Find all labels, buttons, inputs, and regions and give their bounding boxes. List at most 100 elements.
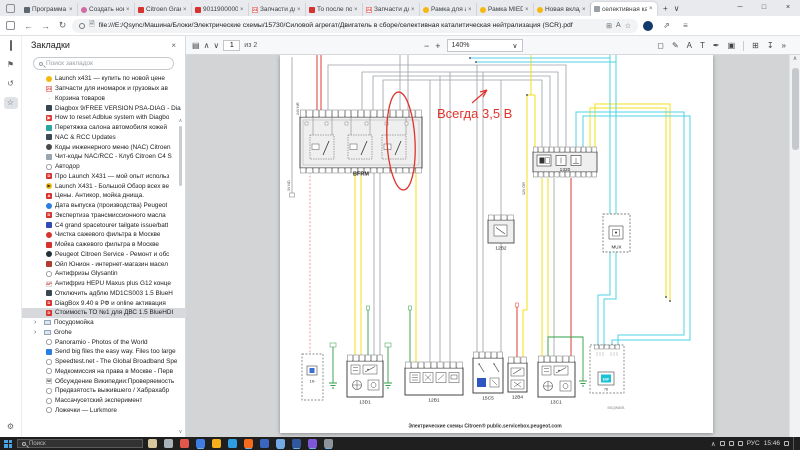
url-text[interactable]: file:///E:/Qsync/Машина/Блоки/Электричес… xyxy=(99,22,603,29)
tab-close-icon[interactable]: × xyxy=(582,7,587,13)
taskbar-app-icon[interactable] xyxy=(228,439,237,448)
bookmark-folder[interactable]: ›Посудомойка xyxy=(22,318,185,328)
more-tools-icon[interactable]: » xyxy=(782,41,786,50)
workspaces-icon[interactable] xyxy=(6,21,15,30)
taskbar-app-icon[interactable] xyxy=(164,439,173,448)
taskbar-app-icon[interactable] xyxy=(196,439,205,448)
bookmark-item[interactable]: Автодор xyxy=(22,162,185,172)
tab-close-icon[interactable]: × xyxy=(411,7,416,13)
tab-close-icon[interactable]: × xyxy=(468,7,473,13)
signature-icon[interactable]: ✒ xyxy=(713,41,720,50)
browser-tab[interactable]: Новая вкладк× xyxy=(534,3,591,16)
tab-close-icon[interactable]: × xyxy=(126,7,131,13)
tab-close-icon[interactable]: × xyxy=(354,7,359,13)
zoom-out-button[interactable]: − xyxy=(424,41,429,51)
tab-close-icon[interactable]: × xyxy=(69,7,74,13)
bookmark-item[interactable]: Speedtest.net - The Global Broadband Spe xyxy=(22,357,185,367)
thumbnails-panel-icon[interactable]: ▤ xyxy=(192,41,200,50)
bookmark-item[interactable]: NAC & RCC Updates xyxy=(22,133,185,143)
bookmark-item[interactable]: Ойл Юнион - интернет-магазин масел xyxy=(22,259,185,269)
reload-button[interactable]: ↻ xyxy=(55,20,70,31)
taskbar-app-icon[interactable] xyxy=(276,439,285,448)
minimize-button[interactable]: ─ xyxy=(728,0,752,16)
taskbar-app-icon[interactable] xyxy=(308,439,317,448)
expand-chevron-icon[interactable]: › xyxy=(34,319,41,326)
bookmark-item[interactable]: Чит-коды NAC/RCC - Клуб Citroen C4 S xyxy=(22,152,185,162)
bookmark-item[interactable]: Чистка сажевого фильтра в Москве xyxy=(22,230,185,240)
tab-close-icon[interactable]: × xyxy=(649,6,654,12)
new-tab-button[interactable]: + xyxy=(663,4,668,13)
app-install-icon[interactable]: ⊞ xyxy=(606,22,612,30)
bookmark-item[interactable]: Отключить адблю MD1CS003 1.5 BlueH xyxy=(22,289,185,299)
bookmark-item[interactable]: Ложечки — Lurkmore xyxy=(22,406,185,416)
close-button[interactable]: × xyxy=(776,0,800,16)
back-button[interactable]: ← xyxy=(21,21,36,31)
bookmark-item[interactable]: Дата выпуска (производства) Peugeot xyxy=(22,201,185,211)
zoom-in-button[interactable]: + xyxy=(435,41,440,51)
favorites-star-icon[interactable]: ☆ xyxy=(4,97,18,109)
bookmark-item[interactable]: Предвзятость выжившего / Хабрахабр xyxy=(22,386,185,396)
profile-avatar[interactable] xyxy=(643,21,653,31)
tab-close-icon[interactable]: × xyxy=(297,7,302,13)
scrollbar-thumb[interactable] xyxy=(792,68,799,150)
battery-icon[interactable] xyxy=(720,441,725,446)
bookmark-item[interactable]: Антифризы Glysantin xyxy=(22,269,185,279)
taskbar-app-icon[interactable] xyxy=(180,439,189,448)
tab-menu-icon[interactable]: ∨ xyxy=(674,4,680,13)
bookmark-item[interactable]: DЭкспертиза трансмиссионного масла xyxy=(22,211,185,221)
zoom-level-select[interactable]: 140% ∨ xyxy=(447,39,523,52)
bookmark-item[interactable]: Peugeot Citroen Service - Ремонт и обс xyxy=(22,250,185,260)
print-icon[interactable]: ⊞ xyxy=(752,41,759,50)
favorite-star-icon[interactable]: ☆ xyxy=(625,22,631,30)
tab-close-icon[interactable]: × xyxy=(525,7,530,13)
scroll-down-icon[interactable]: ∨ xyxy=(177,429,184,435)
tab-search-icon[interactable] xyxy=(6,4,15,13)
bookmark-item[interactable]: DDiagBox 9.40 в РФ и online активация xyxy=(22,298,185,308)
tray-chevron-icon[interactable]: ∧ xyxy=(711,440,716,448)
browser-tab-active[interactable]: селективная катали× xyxy=(591,2,657,16)
bookmark-item[interactable]: DПро Launch X431 — мой опыт использ xyxy=(22,172,185,182)
taskbar-app-icon[interactable] xyxy=(260,439,269,448)
draw-icon[interactable]: ✎ xyxy=(672,41,679,50)
bookmark-item[interactable]: →Корзина товаров xyxy=(22,94,185,104)
browser-tab[interactable]: 24Запчасти для и× xyxy=(363,3,420,16)
taskbar-app-icon[interactable] xyxy=(148,439,157,448)
scroll-up-icon[interactable]: ∧ xyxy=(793,56,797,62)
browser-tab[interactable]: 24Запчасти для и× xyxy=(249,3,306,16)
browser-tab[interactable]: То после покуп× xyxy=(306,3,363,16)
browser-tab[interactable]: Citroen Grand C× xyxy=(135,3,192,16)
bookmark-item[interactable]: APАнтифриз HEPU Maxus plus G12 конце xyxy=(22,279,185,289)
bookmark-item[interactable]: Send big files the easy way. Files too l… xyxy=(22,347,185,357)
browser-menu-icon[interactable]: ≡ xyxy=(677,21,694,30)
volume-icon[interactable] xyxy=(738,441,743,446)
bookmark-search-input[interactable]: Поиск закладок xyxy=(33,57,174,70)
site-info-icon[interactable] xyxy=(79,23,85,29)
comment-icon[interactable]: ◻ xyxy=(657,41,664,50)
taskbar-app-icon[interactable] xyxy=(292,439,301,448)
forward-button[interactable]: → xyxy=(38,21,53,31)
scrollbar-thumb[interactable] xyxy=(179,126,182,186)
translate-icon[interactable]: A xyxy=(616,22,621,29)
taskbar-search-input[interactable]: Поиск xyxy=(17,439,143,448)
tab-close-icon[interactable]: × xyxy=(240,7,245,13)
tab-close-icon[interactable]: × xyxy=(183,7,188,13)
taskbar-app-icon[interactable] xyxy=(324,439,333,448)
taskbar-app-icon[interactable] xyxy=(244,439,253,448)
page-down-icon[interactable]: ∨ xyxy=(213,41,219,50)
bookmark-folder[interactable]: ›Grohe xyxy=(22,328,185,338)
hide-panel-icon[interactable] xyxy=(4,40,18,52)
start-button[interactable] xyxy=(4,440,12,448)
bookmark-item[interactable]: Массачусетский эксперимент xyxy=(22,396,185,406)
add-text-icon[interactable]: T xyxy=(700,41,705,50)
browser-tab[interactable]: 9011900000 (ка× xyxy=(192,3,249,16)
clock[interactable]: 15:46 xyxy=(764,440,780,447)
bookmark-item[interactable]: DСтоимость ТО №1 для ДВС 1.5 BlueHDI xyxy=(22,308,185,318)
bookmark-item[interactable]: ▶How to reset Adblue system with Diagbo xyxy=(22,113,185,123)
history-icon[interactable]: ↺ xyxy=(4,78,18,90)
panel-close-icon[interactable]: × xyxy=(171,41,176,50)
bookmark-item[interactable]: C4 grand spacetourer tailgate issue/batt xyxy=(22,220,185,230)
taskbar-app-icon[interactable] xyxy=(212,439,221,448)
language-indicator[interactable]: РУС xyxy=(747,440,760,447)
browser-tab[interactable]: Рамка для авто× xyxy=(420,3,477,16)
notifications-icon[interactable] xyxy=(784,441,789,446)
